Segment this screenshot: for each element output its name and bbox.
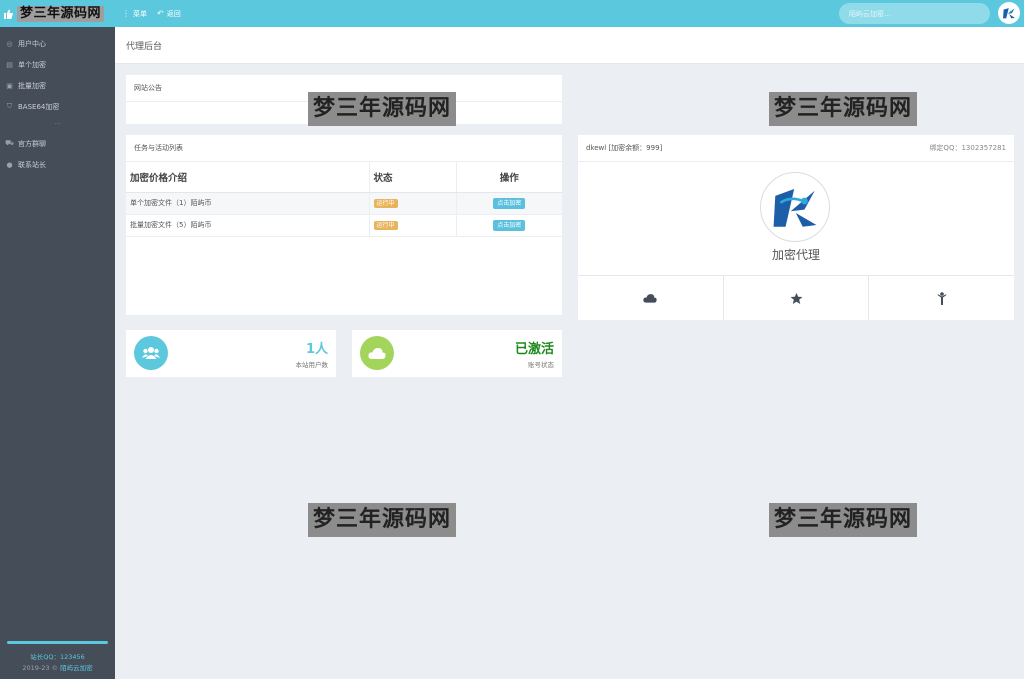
sidebar-item-user-center[interactable]: ◎ 用户中心 bbox=[0, 33, 115, 54]
admin-qq: 站长QQ：123456 bbox=[30, 653, 85, 661]
logo-text: 梦三年源码网 bbox=[17, 5, 105, 22]
col-header-price: 加密价格介绍 bbox=[126, 162, 370, 193]
copyright-link[interactable]: 陌屿云加密 bbox=[60, 664, 93, 672]
cloud-icon bbox=[360, 336, 394, 370]
sidebar: ◎ 用户中心 ▤ 单个加密 ▣ 批量加密 ⛉ BASE64加密 ... ⛟ 官方… bbox=[0, 27, 115, 679]
profile-panel: dkewl [加密余额：999] 绑定QQ：1302357281 加密代理 bbox=[578, 135, 1014, 320]
search-input[interactable] bbox=[839, 3, 990, 24]
table-row: 单个加密文件（1）陌屿币 运行中 点击加密 bbox=[126, 192, 562, 215]
row-action: 点击加密 bbox=[456, 192, 562, 215]
sidebar-separator: ... bbox=[54, 118, 61, 126]
sidebar-item-single-encrypt[interactable]: ▤ 单个加密 bbox=[0, 54, 115, 75]
watermark: 梦三年源码网 bbox=[769, 92, 918, 126]
chat-icon: ● bbox=[6, 160, 13, 169]
watermark: 梦三年源码网 bbox=[769, 503, 918, 537]
stat-value: 1人 bbox=[305, 342, 328, 357]
stat-card-users: 1人 本站用户数 bbox=[126, 330, 336, 377]
sidebar-footer: 站长QQ：123456 2019-23 © 陌屿云加密 bbox=[0, 641, 115, 674]
stat-label: 本站用户数 bbox=[295, 361, 329, 369]
back-arrow-icon: ↶ bbox=[157, 9, 164, 18]
stat-value: 已激活 bbox=[514, 342, 554, 357]
watermark: 梦三年源码网 bbox=[308, 92, 457, 126]
sidebar-item-batch-encrypt[interactable]: ▣ 批量加密 bbox=[0, 75, 115, 96]
star-button[interactable] bbox=[724, 276, 870, 320]
table-row: 批量加密文件（5）陌屿币 运行中 点击加密 bbox=[126, 214, 562, 237]
stack-icon: ▣ bbox=[6, 81, 13, 90]
price-table: 加密价格介绍 状态 操作 单个加密文件（1）陌屿币 运行中 点击加密 批量加密文… bbox=[126, 162, 562, 237]
sidebar-item-label: BASE64加密 bbox=[18, 102, 60, 111]
col-header-status: 状态 bbox=[369, 162, 457, 193]
brand-logo-icon bbox=[773, 189, 817, 227]
row-status: 运行中 bbox=[369, 214, 457, 237]
stat-card-account: 已激活 账号状态 bbox=[352, 330, 562, 377]
user-circle-icon: ◎ bbox=[6, 39, 13, 48]
sidebar-item-label: 官方群聊 bbox=[18, 139, 46, 148]
status-badge: 运行中 bbox=[373, 198, 398, 208]
sidebar-item-contact-admin[interactable]: ● 联系站长 bbox=[0, 154, 115, 175]
profile-role: 加密代理 bbox=[771, 248, 820, 262]
sidebar-item-label: 批量加密 bbox=[18, 81, 46, 90]
profile-actions bbox=[578, 275, 1014, 320]
copyright-prefix: 2019-23 © bbox=[22, 664, 59, 672]
sidebar-item-official-group[interactable]: ⛟ 官方群聊 bbox=[0, 133, 115, 154]
bound-qq: 绑定QQ：1302357281 bbox=[929, 144, 1006, 152]
profile-header: dkewl [加密余额：999] 绑定QQ：1302357281 bbox=[578, 135, 1014, 162]
menu-button[interactable]: ⋮ 菜单 bbox=[122, 9, 147, 19]
col-header-action: 操作 bbox=[456, 162, 562, 193]
avatar[interactable] bbox=[998, 2, 1020, 24]
tasks-panel: 任务与活动列表 加密价格介绍 状态 操作 单个加密文件（1）陌屿币 运行中 点击… bbox=[126, 135, 562, 315]
footer-accent-bar bbox=[7, 641, 108, 644]
person-button[interactable] bbox=[869, 276, 1014, 320]
back-label: 返回 bbox=[166, 9, 181, 18]
top-nav: ⋮ 菜单 ↶ 返回 bbox=[122, 0, 191, 27]
cloud-icon bbox=[643, 294, 657, 303]
vertical-dots-icon: ⋮ bbox=[122, 9, 130, 18]
cart-icon: ⛟ bbox=[5, 139, 14, 147]
back-button[interactable]: ↶ 返回 bbox=[157, 9, 181, 19]
menu-label: 菜单 bbox=[133, 9, 147, 18]
row-desc: 批量加密文件（5）陌屿币 bbox=[126, 214, 370, 237]
top-bar: 梦三年源码网 ⋮ 菜单 ↶ 返回 bbox=[0, 0, 1024, 27]
sidebar-item-label: 单个加密 bbox=[18, 60, 46, 69]
shield-icon: ⛉ bbox=[6, 102, 13, 110]
brand-logo-icon bbox=[1003, 8, 1015, 19]
table-header-row: 加密价格介绍 状态 操作 bbox=[126, 162, 562, 193]
star-icon bbox=[790, 292, 802, 304]
row-status: 运行中 bbox=[369, 192, 457, 215]
profile-username: dkewl [加密余额：999] bbox=[586, 144, 663, 152]
stat-label: 账号状态 bbox=[528, 361, 554, 369]
encrypt-button[interactable]: 点击加密 bbox=[493, 197, 526, 209]
users-icon bbox=[134, 336, 168, 370]
file-icon: ▤ bbox=[6, 60, 13, 69]
status-badge: 运行中 bbox=[373, 220, 398, 230]
page-title: 代理后台 bbox=[115, 27, 1024, 64]
encrypt-button[interactable]: 点击加密 bbox=[493, 219, 526, 231]
row-desc: 单个加密文件（1）陌屿币 bbox=[126, 192, 370, 215]
watermark: 梦三年源码网 bbox=[308, 503, 457, 537]
sidebar-item-base64-encrypt[interactable]: ⛉ BASE64加密 bbox=[0, 96, 115, 117]
thumbs-up-icon bbox=[3, 9, 13, 19]
tasks-title: 任务与活动列表 bbox=[126, 135, 562, 162]
cloud-button[interactable] bbox=[578, 276, 724, 320]
person-icon bbox=[937, 291, 947, 305]
row-action: 点击加密 bbox=[456, 214, 562, 237]
sidebar-item-label: 用户中心 bbox=[18, 39, 46, 48]
sidebar-item-label: 联系站长 bbox=[18, 160, 46, 169]
copyright: 2019-23 © 陌屿云加密 bbox=[0, 662, 115, 674]
profile-avatar bbox=[760, 172, 830, 242]
logo[interactable]: 梦三年源码网 bbox=[0, 0, 115, 27]
